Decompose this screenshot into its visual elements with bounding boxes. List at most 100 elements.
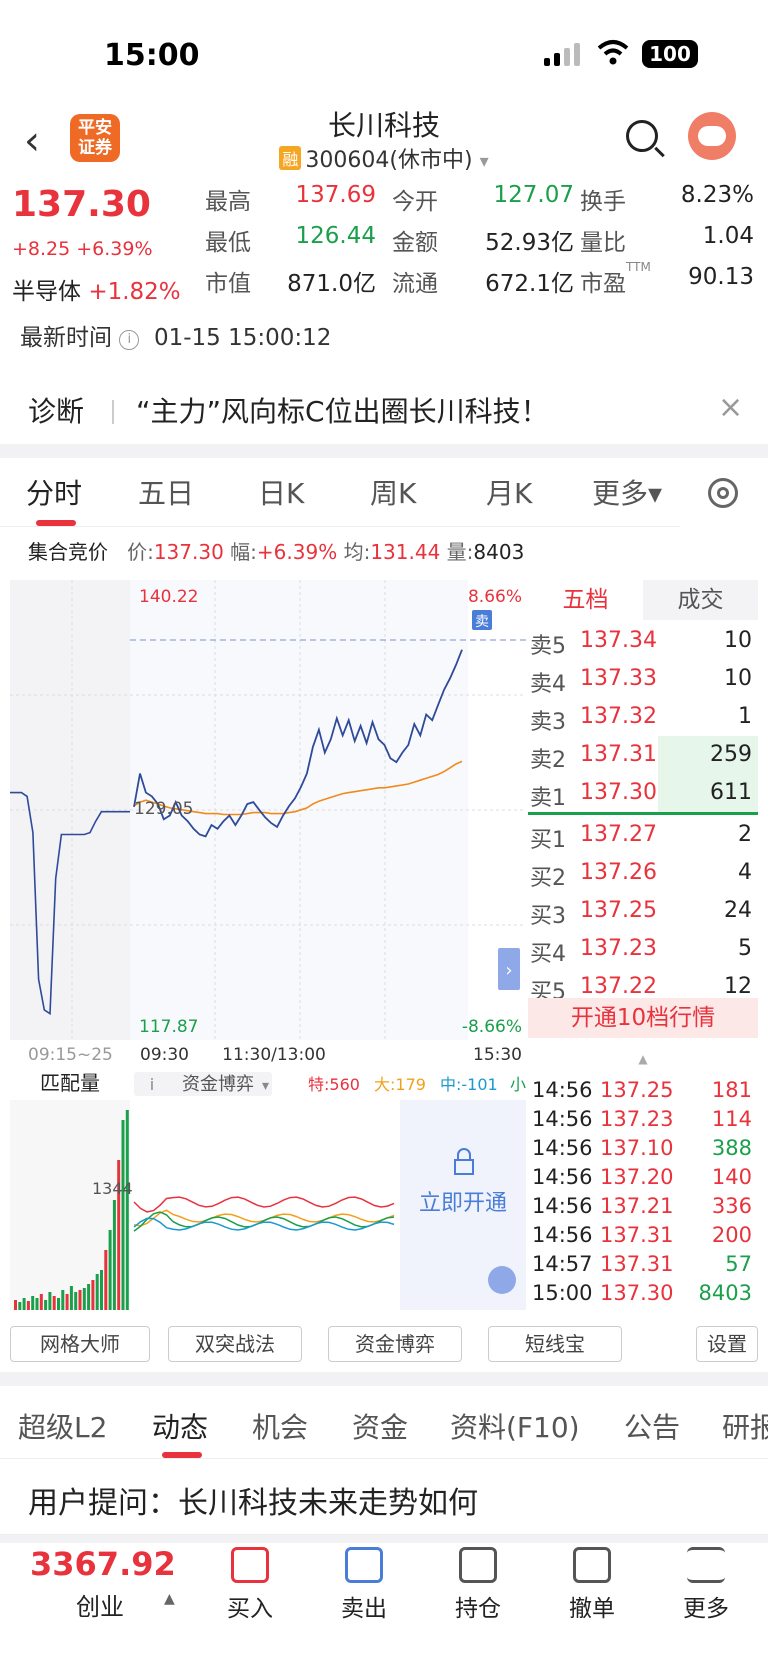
- tool-buttons: 网格大师 双突战法 资金博弈 短线宝 设置: [0, 1326, 768, 1366]
- last-price: 137.30: [12, 184, 151, 225]
- cancel-order-button[interactable]: 撤单: [552, 1547, 632, 1623]
- quote-label: 换手: [580, 189, 626, 215]
- quote-label: 最高: [205, 189, 251, 215]
- index-name[interactable]: 创业: [76, 1587, 124, 1622]
- fullscreen-icon[interactable]: [488, 1266, 516, 1294]
- quote-label: 金额: [392, 230, 438, 256]
- flow-series: [133, 1196, 395, 1213]
- settings-button[interactable]: 设置: [696, 1326, 758, 1362]
- unlock-button[interactable]: 立即开通: [419, 1191, 507, 1216]
- sell-tag: 卖: [475, 614, 489, 630]
- volume-bar: [82, 1288, 86, 1310]
- volume-bar: [14, 1300, 17, 1310]
- upload-icon: [345, 1547, 383, 1583]
- grid-master-button[interactable]: 网格大师: [10, 1326, 150, 1362]
- tab-research[interactable]: 研报: [722, 1406, 768, 1446]
- volume-bar: [48, 1292, 52, 1310]
- volume-bar: [22, 1298, 26, 1310]
- bid-row[interactable]: 买1 137.27 2: [528, 816, 758, 854]
- svg-text:▾: ▾: [262, 1078, 269, 1094]
- x-label-midday: 11:30/13:00: [222, 1045, 326, 1065]
- chevron-down-icon: ▾: [479, 151, 489, 172]
- caret-up-icon[interactable]: ▲: [164, 1591, 175, 1607]
- intraday-chart[interactable]: 140.22 129.05 117.87 8.66% -8.66% 卖 › 09…: [10, 580, 526, 1320]
- volume-bar: [91, 1280, 95, 1310]
- tab-news[interactable]: 动态: [152, 1406, 208, 1446]
- ask-row[interactable]: 卖3 137.32 1: [528, 698, 758, 736]
- ask-row[interactable]: 卖2 137.31 259: [530, 736, 758, 774]
- tab-daily-k[interactable]: 日K: [258, 472, 304, 512]
- svg-text:资金博弈: 资金博弈: [182, 1074, 254, 1095]
- quote-value: 672.1亿: [485, 271, 574, 297]
- volume-bar: [35, 1298, 39, 1310]
- tab-super-l2[interactable]: 超级L2: [18, 1406, 107, 1446]
- tab-five-levels[interactable]: 五档: [528, 580, 643, 620]
- scroll-up-icon[interactable]: ▲: [528, 1052, 758, 1066]
- bid-row[interactable]: 买3 137.25 24: [528, 892, 758, 930]
- capital-game-button[interactable]: 资金博弈: [328, 1326, 462, 1362]
- volume-bar: [18, 1302, 22, 1310]
- latest-time: 最新时间 i 01-15 15:00:12: [20, 325, 332, 351]
- volume-bar: [44, 1300, 48, 1310]
- ask-row[interactable]: 卖1 137.30 611: [530, 774, 758, 812]
- sell-button[interactable]: 卖出: [324, 1547, 404, 1623]
- buy-button[interactable]: 买入: [210, 1547, 290, 1623]
- bid-row[interactable]: 买4 137.23 5: [528, 930, 758, 968]
- avatar[interactable]: [688, 112, 736, 160]
- trade-row: 14:56 137.31 200: [532, 1223, 752, 1247]
- tab-f10[interactable]: 资料(F10): [450, 1406, 580, 1446]
- volume-bar: [125, 1110, 129, 1310]
- trade-row: 15:00 137.30 8403: [532, 1281, 752, 1305]
- tab-trades[interactable]: 成交: [643, 580, 758, 620]
- volume-bar: [65, 1294, 69, 1310]
- ask-row[interactable]: 卖5 137.34 10: [528, 622, 758, 660]
- quote-value: 90.13: [688, 264, 754, 290]
- trade-row: 14:56 137.10 388: [532, 1136, 752, 1160]
- diagnosis-banner[interactable]: 诊断 “主力”风向标C位出圈长川科技！ ×: [0, 378, 768, 444]
- chart-period-tabs: 分时 五日 日K 周K 月K 更多▾: [0, 458, 768, 528]
- volume-bar: [95, 1274, 99, 1310]
- bid-row[interactable]: 买2 137.26 4: [528, 854, 758, 892]
- quote-value: 126.44: [295, 223, 376, 249]
- quote-value: 1.04: [702, 223, 754, 249]
- capital-flow-lines: [133, 1196, 395, 1232]
- short-line-button[interactable]: 短线宝: [488, 1326, 622, 1362]
- download-icon: [231, 1547, 269, 1583]
- double-breakout-button[interactable]: 双突战法: [168, 1326, 302, 1362]
- x-label-close: 15:30: [473, 1045, 522, 1065]
- volume-bar: [57, 1298, 60, 1310]
- tab-announcements[interactable]: 公告: [624, 1406, 680, 1446]
- volume-bar: [104, 1250, 108, 1310]
- gear-icon[interactable]: [708, 478, 738, 508]
- sector-change[interactable]: 半导体 +1.82%: [12, 272, 181, 306]
- tab-monthly-k[interactable]: 月K: [486, 472, 532, 512]
- index-value[interactable]: 3367.92: [30, 1545, 176, 1583]
- open-10-level-button[interactable]: 开通10档行情: [528, 998, 758, 1038]
- positions-button[interactable]: 持仓: [438, 1547, 518, 1623]
- stock-code: 300604(休市中): [305, 148, 473, 173]
- tab-more[interactable]: 更多▾: [592, 472, 662, 512]
- x-label-auction: 09:15~25: [28, 1045, 113, 1065]
- tab-intraday[interactable]: 分时: [26, 472, 82, 512]
- more-button[interactable]: 更多: [666, 1547, 746, 1623]
- y-axis-bottom: 117.87: [139, 1017, 198, 1037]
- volume-bar: [121, 1120, 125, 1310]
- volume-bar: [61, 1290, 65, 1310]
- quote-value: 871.0亿: [287, 271, 376, 297]
- tab-weekly-k[interactable]: 周K: [370, 472, 416, 512]
- close-icon[interactable]: ×: [718, 390, 743, 425]
- ask-row[interactable]: 卖4 137.33 10: [528, 660, 758, 698]
- tab-five-day[interactable]: 五日: [138, 472, 194, 512]
- wifi-icon: [597, 40, 629, 65]
- x-label-open: 09:30: [140, 1045, 189, 1065]
- search-icon[interactable]: [626, 120, 658, 152]
- quote-value: 127.07: [493, 182, 574, 208]
- tab-opportunity[interactable]: 机会: [252, 1406, 308, 1446]
- signal-icon: [544, 43, 580, 66]
- quote-label: 最低: [205, 230, 251, 256]
- bottom-toolbar: 3367.92 创业 ▲ 买入 卖出 持仓 撤单 更多: [0, 1534, 768, 1669]
- user-question[interactable]: 用户提问：长川科技未来走势如何: [28, 1478, 478, 1522]
- tab-capital[interactable]: 资金: [352, 1406, 408, 1446]
- menu-icon: [687, 1547, 725, 1583]
- info-tabs: 超级L2 动态 机会 资金 资料(F10) 公告 研报: [0, 1392, 768, 1462]
